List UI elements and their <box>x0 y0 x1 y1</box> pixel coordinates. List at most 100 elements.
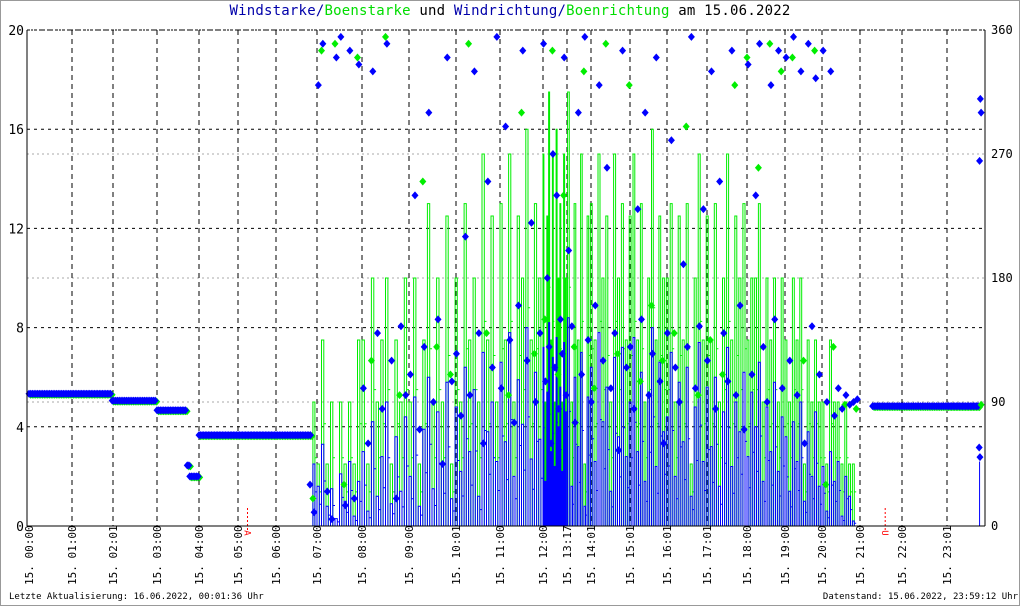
wind-direction-point <box>425 108 433 117</box>
wind-direction-point <box>842 391 850 400</box>
wind-direction-point <box>319 39 327 48</box>
wind-direction-point <box>641 108 649 117</box>
x-tick-label: 15. 02:01 <box>107 525 120 585</box>
wind-direction-point <box>619 46 627 55</box>
wind-direction-point <box>355 60 363 69</box>
wind-direction-point <box>790 32 798 41</box>
wind-direction-point <box>328 515 336 524</box>
wind-direction-point <box>532 398 540 406</box>
wind-direction-point <box>540 39 548 48</box>
y-right-tick-label: 90 <box>991 395 1005 409</box>
wind-direction-point <box>804 39 812 48</box>
wind-direction-point <box>728 46 736 55</box>
gust-direction-point <box>743 53 751 62</box>
x-tick-label: 15. 03:00 <box>151 525 164 585</box>
gust-speed-line <box>308 91 860 527</box>
gust-direction-point <box>560 191 568 200</box>
wind-direction-point <box>439 460 447 468</box>
wind-direction-point <box>756 39 764 48</box>
wind-direction-point <box>346 46 354 55</box>
wind-direction-point <box>976 94 984 103</box>
gust-direction-point <box>419 177 427 186</box>
wind-direction-point <box>976 453 984 462</box>
wind-direction-point <box>359 384 367 393</box>
wind-direction-point <box>771 315 779 324</box>
x-tick-label: 15. 09:00 <box>403 525 416 585</box>
x-tick-label: 15. 13:17 <box>561 525 574 585</box>
y-left-tick-label: 20 <box>8 24 24 39</box>
gust-direction-point <box>625 81 633 90</box>
wind-direction-point <box>420 342 428 351</box>
wind-direction-point <box>975 443 983 452</box>
wind-direction-point <box>819 46 827 55</box>
wind-direction-point <box>402 391 410 400</box>
gust-direction-point <box>659 356 667 365</box>
wind-direction-point <box>603 163 611 172</box>
gust-direction-point <box>636 377 644 386</box>
x-tick-label: 15. 06:00 <box>270 525 283 585</box>
wind-direction-point <box>812 74 820 83</box>
wind-direction-point <box>434 315 442 324</box>
series-group <box>308 91 860 527</box>
wind-direction-point <box>411 191 419 200</box>
x-tick-label: 15. 01:00 <box>66 525 79 585</box>
wind-direction-point <box>452 349 460 358</box>
wind-direction-point <box>448 377 456 386</box>
wind-direction-point <box>475 329 483 338</box>
gust-direction-point <box>788 53 796 62</box>
wind-direction-point <box>519 46 527 55</box>
wind-direction-point <box>527 218 535 227</box>
gust-direction-point <box>518 108 525 117</box>
x-tick-label: 15. 12:00 <box>537 525 550 585</box>
wind-direction-point <box>497 384 505 393</box>
wind-direction-point <box>565 246 573 255</box>
wind-direction-point <box>457 411 465 420</box>
x-tick-label: 15. 22:00 <box>896 525 909 585</box>
wind-direction-point <box>383 39 391 48</box>
x-tick-label: 15. 23:01 <box>941 525 954 585</box>
wind-direction-point <box>466 391 474 400</box>
gust-direction-point <box>548 46 556 55</box>
gust-direction-point <box>766 39 774 48</box>
last-update-text: Letzte Aktualisierung: 16.06.2022, 00:01… <box>9 592 264 602</box>
wind-direction-point <box>549 150 557 158</box>
wind-direction-point <box>488 363 496 372</box>
wind-direction-point <box>827 67 835 76</box>
gust-direction-point <box>682 122 690 131</box>
wind-direction-point <box>581 32 589 41</box>
gust-direction-point <box>754 163 762 172</box>
wind-direction-point <box>716 177 724 186</box>
x-tick-label: 15. 05:00 <box>232 525 245 585</box>
wind-direction-point <box>397 322 405 331</box>
x-tick-label: 15. 19:00 <box>779 525 792 585</box>
wind-direction-point <box>652 53 660 62</box>
x-tick-label: 15. 21:00 <box>854 525 867 585</box>
gust-direction-point <box>822 480 830 489</box>
gust-direction-point <box>777 67 785 76</box>
wind-direction-point <box>369 67 377 76</box>
wind-direction-point <box>536 329 544 338</box>
y-left-tick-label: 12 <box>8 222 24 237</box>
wind-direction-point <box>977 108 985 117</box>
wind-direction-point <box>699 205 707 214</box>
wind-direction-point <box>337 32 345 41</box>
wind-direction-point <box>341 501 349 510</box>
y-left-tick-label: 4 <box>16 421 24 436</box>
gust-direction-point <box>829 342 837 351</box>
x-tick-label: 15. 00:00 <box>23 525 36 585</box>
wind-direction-point <box>574 108 582 117</box>
sun-marker-label: U <box>879 530 889 535</box>
wind-direction-point <box>323 487 331 496</box>
y-right-tick-label: 180 <box>991 271 1013 285</box>
wind-direction-point <box>523 356 531 365</box>
wind-direction-point <box>350 494 358 503</box>
x-tick-label: 15. 14:01 <box>585 525 598 585</box>
gust-direction-point <box>382 32 389 41</box>
gust-direction-point <box>852 404 860 413</box>
data-state-text: Datenstand: 15.06.2022, 23:59:12 Uhr <box>822 592 1018 602</box>
gust-direction-point <box>800 356 807 365</box>
wind-direction-point <box>595 81 603 90</box>
wind-direction-point <box>332 53 340 62</box>
wind-direction-point <box>470 67 478 76</box>
x-tick-label: 15. 16:01 <box>661 525 674 585</box>
